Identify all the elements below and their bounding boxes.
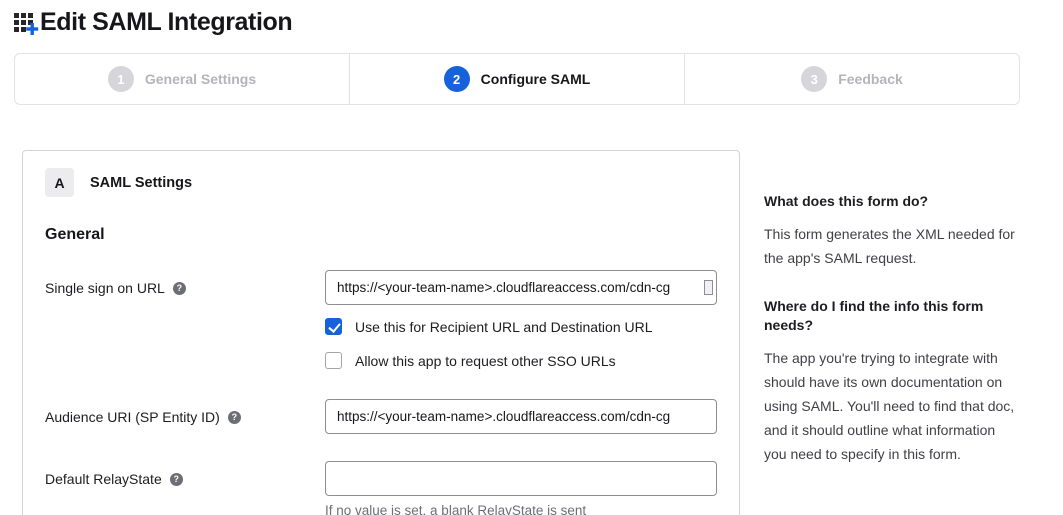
help-question-1: What does this form do? [764,192,1016,211]
other-sso-checkbox-label: Allow this app to request other SSO URLs [355,353,616,369]
recipient-url-checkbox-label: Use this for Recipient URL and Destinati… [355,319,653,335]
panel-header: A SAML Settings [45,168,739,197]
page-header: Edit SAML Integration [0,0,1063,37]
main-content: A SAML Settings General Single sign on U… [22,150,1063,515]
section-a-badge: A [45,168,74,197]
step-general-settings[interactable]: 1 General Settings [15,54,350,104]
help-question-2: Where do I find the info this form needs… [764,297,1016,335]
step-number-badge: 3 [801,66,827,92]
audience-uri-input[interactable] [325,399,717,434]
audience-uri-label-cell: Audience URI (SP Entity ID) ? [45,399,325,425]
relay-state-label-cell: Default RelayState ? [45,461,325,487]
help-icon[interactable]: ? [170,473,183,486]
sso-url-label-cell: Single sign on URL ? [45,270,325,296]
step-configure-saml[interactable]: 2 Configure SAML [350,54,685,104]
sso-url-input[interactable] [325,270,717,305]
recipient-url-checkbox[interactable] [325,318,342,335]
help-answer-2: The app you're trying to integrate with … [764,346,1016,466]
sso-url-input-wrap [325,270,717,305]
page-title: Edit SAML Integration [40,8,292,37]
sso-url-label: Single sign on URL [45,280,165,296]
step-label: Feedback [838,71,903,87]
relay-state-input[interactable] [325,461,717,496]
step-label: General Settings [145,71,256,87]
panel-title: SAML Settings [90,175,192,191]
app-grid-add-icon [13,9,40,36]
audience-uri-row: Audience URI (SP Entity ID) ? [45,399,739,434]
general-section-title: General [45,226,739,244]
audience-uri-label: Audience URI (SP Entity ID) [45,409,220,425]
step-number-badge: 1 [108,66,134,92]
relay-state-hint: If no value is set, a blank RelayState i… [325,503,717,515]
relay-state-row: Default RelayState ? If no value is set,… [45,461,739,515]
recipient-url-checkbox-row: Use this for Recipient URL and Destinati… [325,318,739,335]
help-sidebar: What does this form do? This form genera… [764,150,1016,466]
step-number-badge: 2 [444,66,470,92]
text-cursor [704,280,713,295]
relay-state-input-wrap: If no value is set, a blank RelayState i… [325,461,717,515]
relay-state-label: Default RelayState [45,471,162,487]
wizard-stepper: 1 General Settings 2 Configure SAML 3 Fe… [14,53,1020,105]
step-feedback[interactable]: 3 Feedback [685,54,1019,104]
audience-uri-input-wrap [325,399,717,434]
step-label: Configure SAML [481,71,591,87]
help-icon[interactable]: ? [173,282,186,295]
saml-settings-panel: A SAML Settings General Single sign on U… [22,150,740,515]
other-sso-checkbox[interactable] [325,352,342,369]
other-sso-checkbox-row: Allow this app to request other SSO URLs [325,352,739,369]
help-icon[interactable]: ? [228,411,241,424]
help-answer-1: This form generates the XML needed for t… [764,222,1016,270]
sso-url-row: Single sign on URL ? [45,270,739,305]
